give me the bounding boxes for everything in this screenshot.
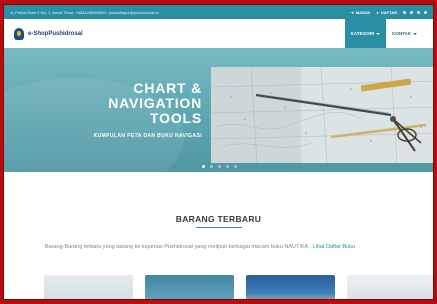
section-description-text: Barang-Barang terbaru yang datang ke kop… <box>45 244 311 250</box>
user-icon: ● <box>376 9 379 15</box>
youtube-icon[interactable] <box>424 10 427 14</box>
product-card[interactable] <box>44 275 133 299</box>
carousel-pager <box>202 165 237 168</box>
main-nav: KATEGORI KONTAK <box>344 19 423 48</box>
carousel-dot[interactable] <box>210 165 213 168</box>
product-card[interactable] <box>145 275 234 299</box>
top-info-bar: Jl. Pantai Kuta V No. 1, Ancol Timur, +6… <box>4 5 433 19</box>
nav-kontak-label: KONTAK <box>392 31 411 36</box>
nautical-chart-image <box>211 67 433 163</box>
login-icon: ⇥ <box>350 9 354 15</box>
site-logo[interactable]: e-ShopPushidrosal <box>14 27 345 40</box>
section-description: Barang-Barang terbaru yang datang ke kop… <box>45 243 433 251</box>
product-card[interactable] <box>246 275 335 299</box>
section-divider <box>196 227 242 228</box>
nav-kategori[interactable]: KATEGORI <box>344 19 387 48</box>
hero-title-line: TOOLS <box>150 110 202 126</box>
site-header: e-ShopPushidrosal KATEGORI KONTAK <box>4 19 433 48</box>
nav-kontak[interactable]: KONTAK <box>386 19 423 48</box>
carousel-dot[interactable] <box>226 165 229 168</box>
logo-text: e-ShopPushidrosal <box>28 30 83 37</box>
register-label: DAFTAR <box>380 9 397 15</box>
facebook-icon[interactable] <box>403 10 406 14</box>
carousel-dot[interactable] <box>218 165 221 168</box>
browser-viewport: Jl. Pantai Kuta V No. 1, Ancol Timur, +6… <box>3 4 434 300</box>
hero-title-line: NAVIGATION <box>108 95 202 111</box>
login-label: MASUK <box>355 9 371 15</box>
chevron-down-icon <box>376 32 381 35</box>
carousel-dot[interactable] <box>234 165 237 168</box>
logo-emblem-icon <box>14 27 24 40</box>
hero-title-line: CHART & <box>133 80 202 96</box>
product-grid <box>44 275 433 299</box>
social-links <box>403 10 427 14</box>
book-list-link[interactable]: Lihat Daftar Buku <box>313 244 356 250</box>
section-title: BARANG TERBARU <box>175 214 262 224</box>
product-card[interactable] <box>347 275 433 299</box>
hero-subtitle: KUMPULAN PETA DAN BUKU NAVIGASI <box>93 133 202 139</box>
hero-image-nautical-chart <box>211 67 433 163</box>
account-links: ⇥ MASUK ● DAFTAR <box>350 10 427 15</box>
contact-address: Jl. Pantai Kuta V No. 1, Ancol Timur, +6… <box>10 9 159 15</box>
chevron-down-icon <box>413 32 417 35</box>
twitter-icon[interactable] <box>410 10 413 14</box>
carousel-dot[interactable] <box>202 165 205 168</box>
hero-carousel[interactable]: CHART & NAVIGATION TOOLS KUMPULAN PETA D… <box>4 48 433 172</box>
register-link[interactable]: ● DAFTAR <box>376 10 397 15</box>
login-link[interactable]: ⇥ MASUK <box>350 10 370 15</box>
instagram-icon[interactable] <box>417 10 420 14</box>
nav-kategori-label: KATEGORI <box>350 31 375 36</box>
hero-title: CHART & NAVIGATION TOOLS <box>66 81 202 126</box>
